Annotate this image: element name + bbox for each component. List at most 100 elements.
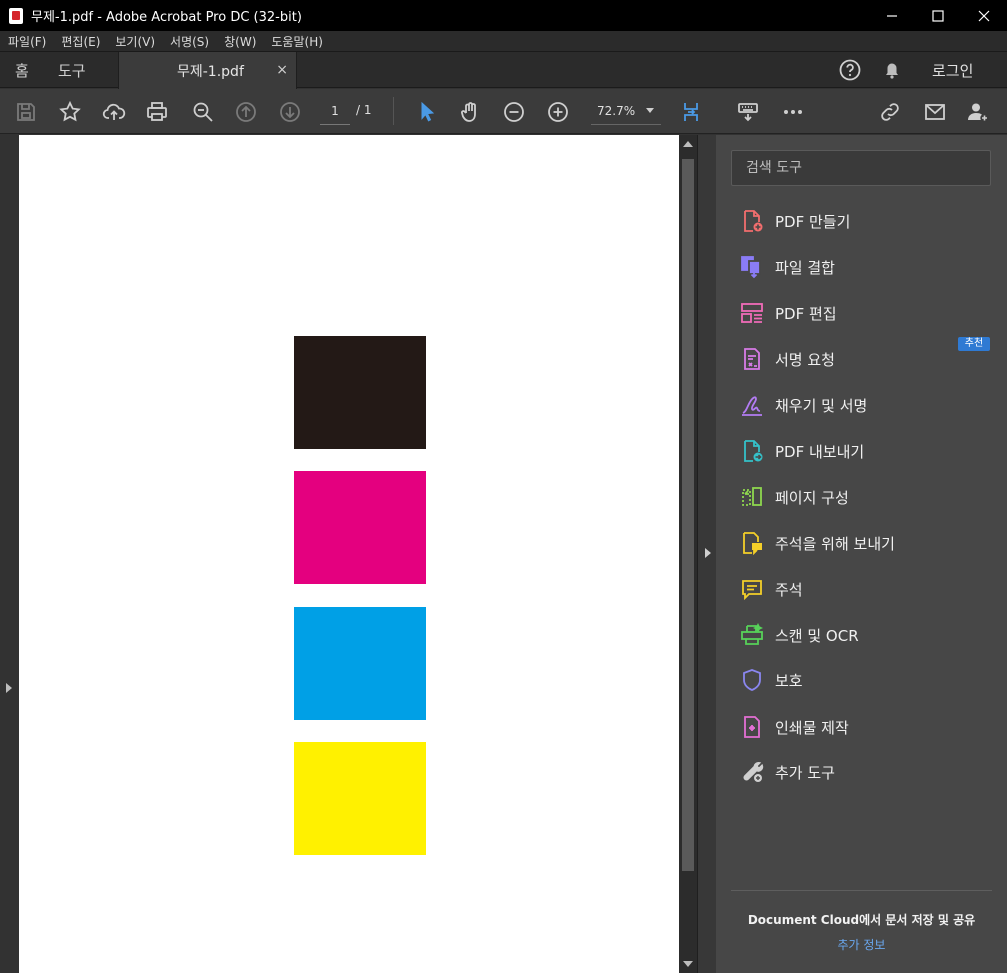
arrow-up-circle-icon: [236, 102, 256, 122]
help-icon[interactable]: [838, 58, 862, 82]
tool-edit-pdf[interactable]: PDF 편집: [740, 298, 837, 328]
fit-page-icon: [684, 103, 698, 121]
title-bar: 무제-1.pdf - Adobe Acrobat Pro DC (32-bit): [0, 0, 1007, 31]
print-button[interactable]: [144, 99, 170, 125]
document-page: [19, 135, 679, 973]
collapse-tools-pane-icon[interactable]: [705, 548, 711, 558]
maximize-icon: [932, 9, 944, 22]
envelope-icon: [925, 104, 945, 120]
menu-edit[interactable]: 편집(E): [53, 33, 107, 50]
minimize-icon: [887, 14, 897, 17]
tab-document[interactable]: 무제-1.pdf ×: [118, 52, 297, 89]
bell-icon[interactable]: [880, 58, 904, 82]
black-swatch: [294, 336, 426, 449]
next-page-button[interactable]: [277, 99, 303, 125]
recommended-badge: 추천: [958, 337, 990, 351]
create-pdf-icon: [744, 210, 763, 232]
tool-label: 추가 도구: [775, 763, 835, 782]
link-icon: [881, 103, 899, 121]
zoom-dropdown-caret-icon[interactable]: [646, 108, 654, 113]
previous-page-button[interactable]: [233, 99, 259, 125]
login-button[interactable]: 로그인: [932, 52, 973, 88]
page-number-input[interactable]: 1: [320, 101, 350, 125]
find-button[interactable]: [190, 99, 216, 125]
tools-search-input[interactable]: 검색 도구: [731, 150, 991, 186]
tab-document-label: 무제-1.pdf: [177, 63, 244, 80]
cursor-arrow-icon: [421, 101, 435, 122]
read-mode-button[interactable]: [735, 99, 761, 125]
tool-label: 서명 요청: [775, 350, 835, 369]
minus-circle-icon: [504, 102, 524, 122]
select-tool-button[interactable]: [414, 99, 440, 125]
tool-organize-pages[interactable]: 페이지 구성: [740, 482, 849, 512]
close-icon: [978, 10, 990, 21]
window-controls: [869, 0, 1007, 31]
combine-files-icon: [741, 256, 761, 279]
share-link-button[interactable]: [877, 99, 903, 125]
tool-send-for-comments[interactable]: 주석을 위해 보내기: [740, 528, 895, 558]
tool-more-tools[interactable]: 추가 도구: [740, 757, 835, 787]
tool-label: 보호: [775, 671, 803, 690]
print-production-icon: [744, 716, 760, 738]
minimize-button[interactable]: [869, 0, 915, 31]
menu-sign[interactable]: 서명(S): [162, 33, 216, 50]
toolbar: [0, 89, 1007, 200]
tool-protect[interactable]: 보호: [740, 665, 803, 695]
vertical-scrollbar[interactable]: [679, 135, 697, 973]
menu-window[interactable]: 창(W): [216, 33, 263, 50]
tools-pane-toggle-strip[interactable]: [697, 135, 716, 973]
star-icon: [59, 100, 81, 122]
more-tools-button[interactable]: [780, 99, 806, 125]
window-title: 무제-1.pdf - Adobe Acrobat Pro DC (32-bit): [31, 10, 302, 25]
acrobat-app-icon: [9, 7, 23, 24]
more-tools-icon: [743, 761, 764, 782]
expand-left-panel-icon[interactable]: [6, 683, 12, 693]
tool-combine-files[interactable]: 파일 결합: [740, 252, 835, 282]
upload-button[interactable]: [101, 99, 127, 125]
more-dots-icon: [784, 110, 802, 114]
tool-print-production[interactable]: 인쇄물 제작: [740, 712, 849, 742]
scroll-up-arrow-icon[interactable]: [683, 141, 693, 147]
tool-export-pdf[interactable]: PDF 내보내기: [740, 436, 864, 466]
hand-icon: [461, 102, 476, 122]
menu-view[interactable]: 보기(V): [107, 33, 162, 50]
tool-label: 주석을 위해 보내기: [775, 534, 895, 553]
menu-help[interactable]: 도움말(H): [263, 33, 330, 50]
close-window-button[interactable]: [961, 0, 1007, 31]
zoom-out-button[interactable]: [501, 99, 527, 125]
tool-fill-sign[interactable]: 채우기 및 서명: [740, 390, 867, 420]
zoom-in-button[interactable]: [545, 99, 571, 125]
tab-bar: 홈 도구 무제-1.pdf × 로그인: [0, 52, 1007, 89]
share-user-button[interactable]: [965, 99, 991, 125]
request-signature-icon: [744, 348, 760, 370]
fill-sign-icon: [742, 396, 762, 416]
comment-icon: [742, 580, 762, 601]
page-display-button[interactable]: [680, 99, 706, 125]
bookmark-button[interactable]: [57, 99, 83, 125]
add-user-icon: [968, 103, 989, 123]
email-button[interactable]: [922, 99, 948, 125]
save-button[interactable]: [13, 99, 39, 125]
menu-file[interactable]: 파일(F): [0, 33, 53, 50]
tool-create-pdf[interactable]: PDF 만들기: [740, 206, 850, 236]
scroll-thumb[interactable]: [682, 159, 694, 871]
tab-home[interactable]: 홈: [15, 52, 29, 88]
tool-scan-ocr[interactable]: 스캔 및 OCR: [740, 620, 859, 650]
save-icon: [17, 103, 35, 121]
hand-tool-button[interactable]: [457, 99, 483, 125]
tab-tools[interactable]: 도구: [58, 52, 86, 88]
tool-request-signature[interactable]: 서명 요청: [740, 344, 835, 374]
plus-circle-icon: [548, 102, 568, 122]
tool-comment[interactable]: 주석: [740, 574, 803, 604]
scroll-down-arrow-icon[interactable]: [683, 961, 693, 967]
left-panel-toggle-strip[interactable]: [0, 135, 19, 973]
maximize-button[interactable]: [915, 0, 961, 31]
organize-pages-icon: [742, 487, 762, 506]
tab-close-button[interactable]: ×: [276, 62, 288, 78]
learn-more-link[interactable]: 추가 정보: [716, 936, 1007, 953]
tool-label: 스캔 및 OCR: [775, 626, 859, 645]
tool-label: PDF 편집: [775, 304, 837, 323]
menu-bar: 파일(F) 편집(E) 보기(V) 서명(S) 창(W) 도움말(H): [0, 31, 1007, 52]
tool-label: 페이지 구성: [775, 488, 849, 507]
page-count: / 1: [356, 103, 372, 117]
